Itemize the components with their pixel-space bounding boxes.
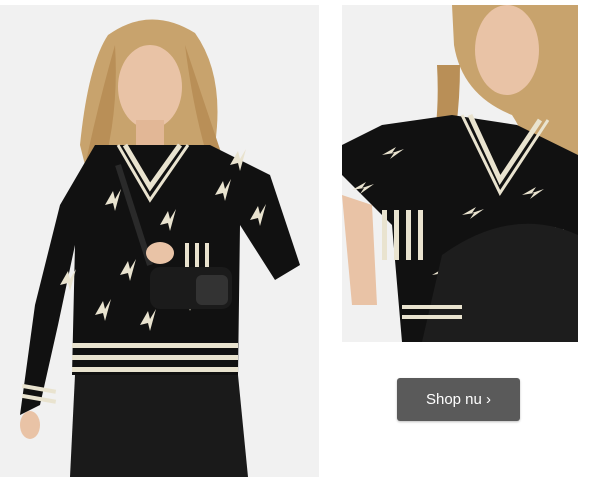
product-photo-main[interactable]: [0, 5, 319, 477]
product-photo-detail[interactable]: [342, 5, 578, 342]
model-detail-illustration: [342, 5, 578, 342]
shop-now-button[interactable]: Shop nu ›: [397, 378, 520, 421]
model-sweater-illustration: [0, 5, 319, 477]
